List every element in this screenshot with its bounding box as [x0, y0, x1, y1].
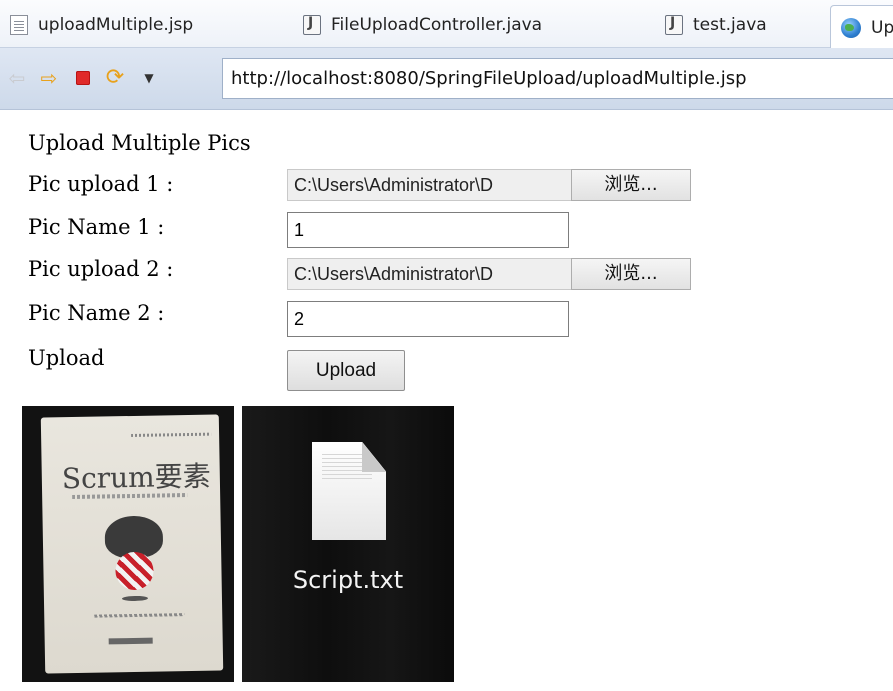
navigation-bar: ⇦ ⇨ ⟳ ▼ http://localhost:8080/SpringFile…	[0, 48, 893, 110]
java-file-icon	[665, 15, 683, 35]
java-file-icon	[303, 15, 321, 35]
stop-icon[interactable]	[72, 67, 94, 89]
pic-name-2-input[interactable]: 2	[287, 301, 569, 337]
upload-label: Upload	[28, 346, 105, 370]
tab-label: Up	[871, 17, 893, 38]
book-title: Scrum要素	[61, 459, 211, 496]
pic-upload-1-label: Pic upload 1 :	[28, 172, 174, 196]
ball-illustration	[115, 551, 154, 591]
tab-upload-multiple-jsp[interactable]: uploadMultiple.jsp	[10, 6, 193, 44]
book-top-text	[131, 432, 212, 437]
book-subtitle	[72, 493, 188, 500]
tab-test-java[interactable]: test.java	[665, 6, 767, 44]
tab-label: FileUploadController.java	[331, 15, 543, 35]
book-cover-image: Scrum要素	[40, 414, 224, 674]
browse-button-1[interactable]: 浏览...	[571, 169, 691, 201]
book-publisher-mark	[108, 637, 153, 645]
pic-upload-1-path[interactable]: C:\Users\Administrator\D	[287, 169, 571, 201]
tab-bar: uploadMultiple.jsp FileUploadController.…	[0, 0, 893, 49]
jsp-file-icon	[10, 15, 28, 35]
book-footer-text	[94, 613, 185, 618]
uploaded-image-2: Script.txt	[242, 406, 454, 682]
document-lines	[322, 454, 372, 480]
refresh-icon[interactable]: ⟳	[104, 67, 126, 89]
forward-arrow-icon[interactable]: ⇨	[38, 67, 60, 89]
upload-button[interactable]: Upload	[287, 350, 405, 391]
text-file-icon	[312, 442, 386, 540]
pic-upload-2-field: C:\Users\Administrator\D 浏览...	[287, 258, 691, 290]
uploaded-image-1: Scrum要素	[22, 406, 234, 682]
page-title: Upload Multiple Pics	[28, 131, 251, 155]
page-content: Upload Multiple Pics Pic upload 1 : C:\U…	[0, 111, 893, 691]
url-input[interactable]: http://localhost:8080/SpringFileUpload/u…	[222, 58, 893, 99]
back-arrow-icon[interactable]: ⇦	[6, 67, 28, 89]
tab-file-upload-controller[interactable]: FileUploadController.java	[303, 6, 542, 44]
tab-active-page[interactable]: Up	[830, 5, 893, 49]
pic-name-1-label: Pic Name 1 :	[28, 215, 165, 239]
tab-label: uploadMultiple.jsp	[38, 15, 194, 35]
chevron-down-icon[interactable]: ▼	[138, 67, 160, 89]
file-name-label: Script.txt	[292, 566, 404, 594]
pic-upload-2-label: Pic upload 2 :	[28, 257, 174, 281]
tab-label: test.java	[693, 15, 767, 35]
pic-upload-1-field: C:\Users\Administrator\D 浏览...	[287, 169, 691, 201]
ball-shadow	[121, 595, 148, 602]
pic-upload-2-path[interactable]: C:\Users\Administrator\D	[287, 258, 571, 290]
browse-button-2[interactable]: 浏览...	[571, 258, 691, 290]
pic-name-1-input[interactable]: 1	[287, 212, 569, 248]
pic-name-2-label: Pic Name 2 :	[28, 301, 165, 325]
globe-icon	[841, 17, 861, 38]
